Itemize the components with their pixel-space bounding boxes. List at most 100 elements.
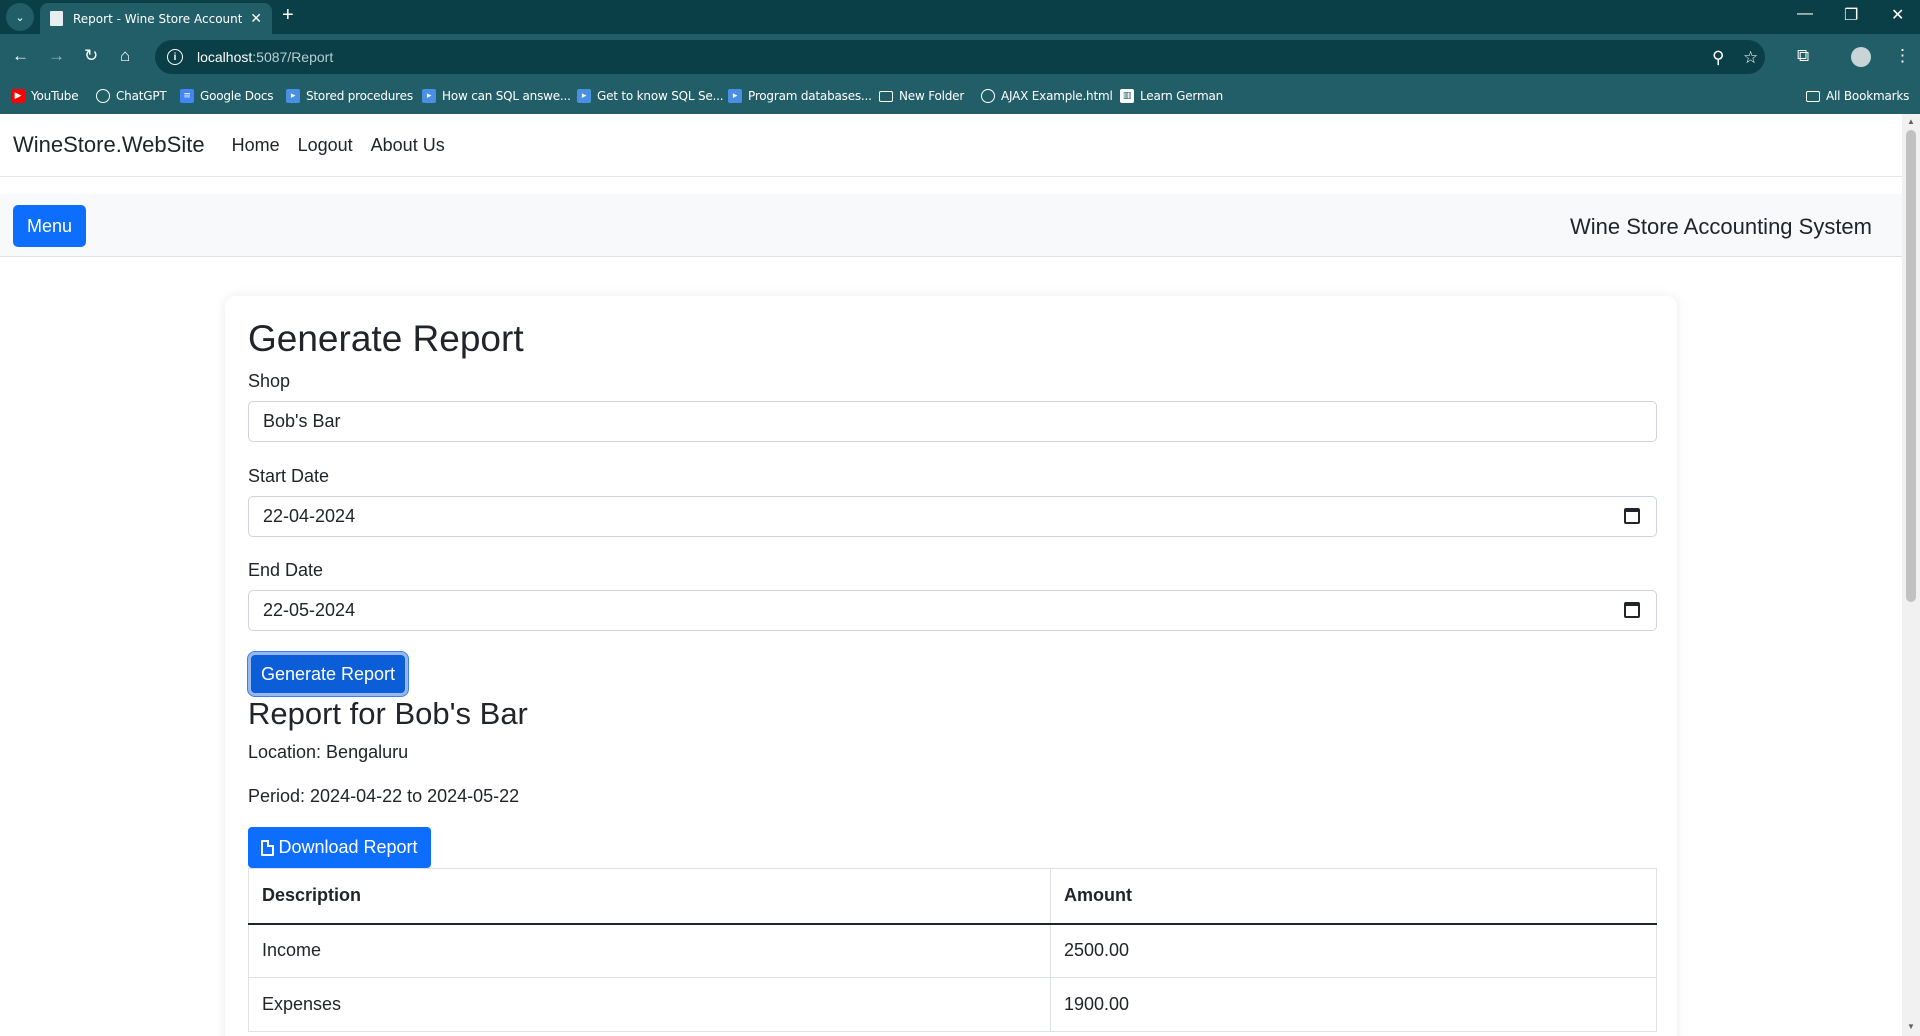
docs-icon: ≡ [180,89,194,103]
learn-icon: ▥ [1120,89,1134,103]
forward-icon[interactable]: → [48,46,65,66]
browser-tab-bar: ⌄ Report - Wine Store Accounting ✕ + — ❐… [0,0,1920,34]
url-host: localhost [197,49,253,65]
page-scrollbar[interactable]: ▲ ▼ [1902,114,1920,1036]
menu-button[interactable]: Menu [13,205,86,247]
home-icon[interactable]: ⌂ [120,46,130,66]
url-path: :5087/Report [252,49,334,65]
bookmark-label: Program databases... [748,89,872,103]
restore-icon[interactable]: ❐ [1844,5,1858,25]
bookmark-get-to-know-sql[interactable]: ▸ Get to know SQL Se... [577,89,724,103]
bookmark-chatgpt[interactable]: ChatGPT [96,89,167,103]
start-date-label: Start Date [248,466,330,486]
end-date-label: End Date [248,560,324,580]
bookmark-program-databases[interactable]: ▸ Program databases... [728,89,872,103]
system-title: Wine Store Accounting System [1569,214,1872,239]
scroll-up-icon[interactable]: ▲ [1907,117,1915,126]
shop-label: Shop [248,371,291,391]
report-title: Report for Bob's Bar [248,696,528,731]
bookmark-new-folder[interactable]: New Folder [879,89,964,103]
bookmark-label: Learn German [1140,89,1224,103]
bookmark-arrow-icon: ▸ [286,89,300,103]
column-header-description: Description [248,868,1051,925]
browser-tab-report[interactable]: Report - Wine Store Accounting ✕ [40,3,272,34]
nav-about-link[interactable]: About Us [371,135,445,156]
bookmark-arrow-icon: ▸ [577,89,591,103]
site-info-icon[interactable]: i [167,49,183,65]
folder-icon [879,90,893,102]
minimize-icon[interactable]: — [1797,5,1813,23]
column-header-amount: Amount [1050,868,1657,925]
report-period: Period: 2024-04-22 to 2024-05-22 [248,786,520,806]
folder-icon [1806,90,1820,102]
calendar-icon[interactable] [1624,602,1640,618]
reload-icon[interactable]: ↻ [84,46,98,66]
report-card: Generate Report Shop Bob's Bar Start Dat… [225,296,1677,1036]
all-bookmarks[interactable]: All Bookmarks [1806,89,1909,103]
new-tab-icon[interactable]: + [282,4,294,27]
shop-select[interactable]: Bob's Bar [248,401,1657,442]
end-date-value: 22-05-2024 [263,600,356,620]
bookmark-how-can-sql[interactable]: ▸ How can SQL answe... [422,89,571,103]
bookmark-label: Get to know SQL Se... [597,89,724,103]
bookmark-label: New Folder [899,89,965,103]
sub-header: Menu Wine Store Accounting System [0,194,1902,257]
chatgpt-icon [96,89,110,103]
bookmark-arrow-icon: ▸ [728,89,742,103]
bookmark-label: ChatGPT [116,89,167,103]
browser-toolbar: ← → ↻ ⌂ i localhost:5087/Report ⚲ ☆ ⧉ ⋮ [0,34,1920,80]
report-table: Description Amount Income 2500.00 Expens… [248,868,1657,1032]
nav-logout-link[interactable]: Logout [298,135,353,156]
page-favicon-icon [50,11,63,26]
bookmark-arrow-icon: ▸ [422,89,436,103]
nav-home-link[interactable]: Home [232,135,280,156]
cell-amount: 2500.00 [1050,923,1657,978]
page-title: Generate Report [248,318,524,359]
pdf-file-icon [261,839,275,856]
bookmarks-bar: ▶ YouTube ChatGPT ≡ Google Docs ▸ Stored pr… [0,80,1920,114]
all-bookmarks-label: All Bookmarks [1826,89,1910,103]
end-date-input[interactable]: 22-05-2024 [248,590,1657,631]
bookmark-label: Google Docs [200,89,274,103]
youtube-icon: ▶ [11,89,25,103]
calendar-icon[interactable] [1624,508,1640,524]
start-date-input[interactable]: 22-04-2024 [248,496,1657,537]
bookmark-label: AJAX Example.html [1001,89,1113,103]
scroll-down-icon[interactable]: ▼ [1907,1022,1915,1031]
bookmark-label: YouTube [31,89,79,103]
back-icon[interactable]: ← [12,46,29,66]
report-location: Location: Bengaluru [248,742,409,762]
bookmark-google-docs[interactable]: ≡ Google Docs [180,89,274,103]
cell-description: Expenses [248,977,1051,1032]
cell-amount: 1900.00 [1050,977,1657,1032]
extensions-icon[interactable]: ⧉ [1797,46,1809,66]
download-label: Download Report [278,837,418,857]
window-close-icon[interactable]: ✕ [1891,5,1904,25]
tab-search-icon[interactable]: ⌄ [6,3,34,31]
globe-icon [981,89,995,103]
bookmark-ajax-example[interactable]: AJAX Example.html [981,89,1113,103]
site-navbar: WineStore.WebSite Home Logout About Us [0,114,1902,177]
bookmark-stored-procedures[interactable]: ▸ Stored procedures [286,89,413,103]
download-report-button[interactable]: Download Report [248,827,431,868]
bookmark-star-icon[interactable]: ☆ [1743,48,1758,68]
bookmark-youtube[interactable]: ▶ YouTube [11,89,79,103]
cell-description: Income [248,923,1051,978]
bookmark-label: Stored procedures [306,89,413,103]
tab-title: Report - Wine Store Accounting [73,11,243,26]
start-date-value: 22-04-2024 [263,506,356,526]
profile-avatar[interactable] [1851,47,1871,67]
web-page: WineStore.WebSite Home Logout About Us M… [0,114,1902,1036]
bookmark-learn-german[interactable]: ▥ Learn German [1120,89,1223,103]
scrollbar-thumb[interactable] [1906,130,1916,602]
table-row: Expenses 1900.00 [248,977,1657,1032]
generate-report-button[interactable]: Generate Report [248,652,408,696]
table-row: Income 2500.00 [248,923,1657,978]
site-brand[interactable]: WineStore.WebSite [13,132,205,158]
table-header-row: Description Amount [248,868,1657,925]
zoom-icon[interactable]: ⚲ [1712,48,1724,68]
shop-value: Bob's Bar [263,411,341,431]
address-bar[interactable]: i localhost:5087/Report ⚲ ☆ [155,40,1765,74]
tab-close-icon[interactable]: ✕ [250,10,262,27]
browser-menu-icon[interactable]: ⋮ [1894,46,1911,66]
